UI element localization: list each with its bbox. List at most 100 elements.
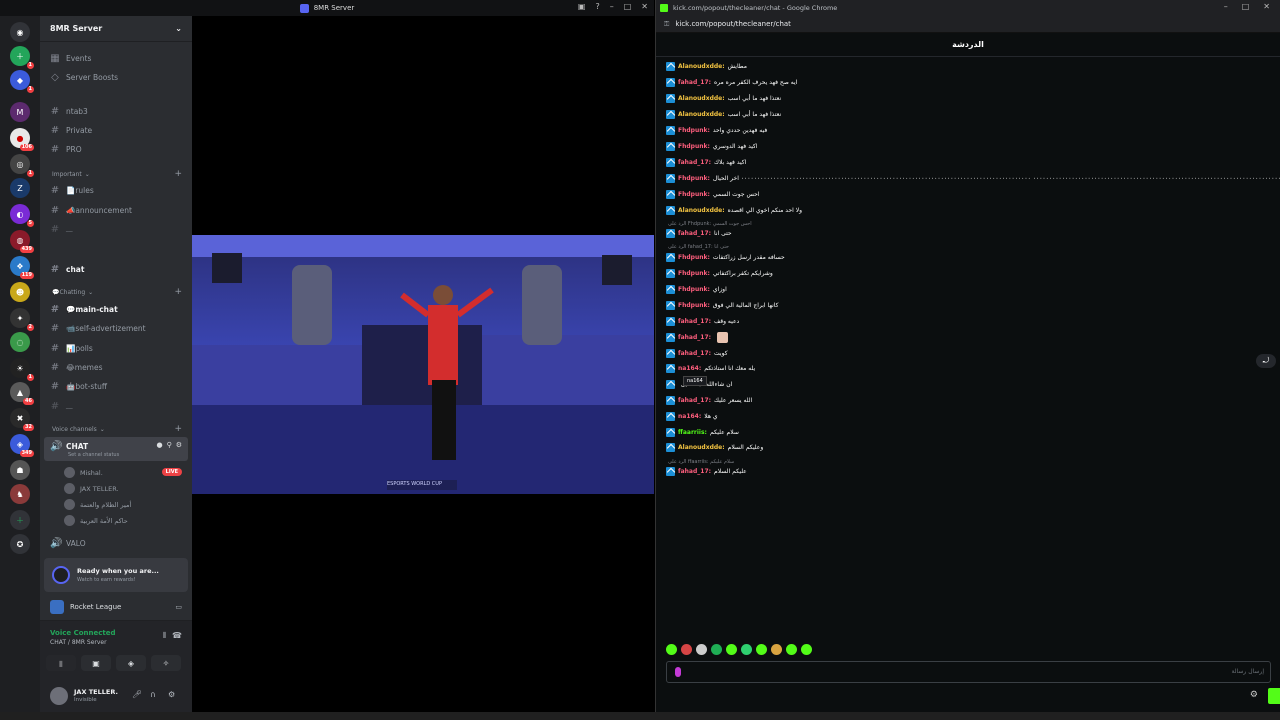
guild-icon[interactable]: ❖ 119 (10, 256, 34, 279)
minimize-button[interactable]: – (1224, 2, 1228, 11)
badge-icon[interactable] (666, 94, 675, 103)
maximize-button[interactable]: □ (1242, 2, 1250, 11)
chat-username[interactable]: fahad_17: (678, 230, 711, 237)
channel-hidden[interactable]: # ـــ (50, 224, 73, 235)
guild-icon[interactable]: M (10, 102, 30, 122)
badge-icon[interactable] (666, 285, 675, 294)
close-button[interactable]: ✕ (1263, 2, 1270, 11)
guild-icon[interactable]: ◎ 1 (10, 154, 34, 177)
badge-icon[interactable] (666, 333, 675, 342)
send-button[interactable] (1268, 688, 1280, 704)
category-important[interactable]: Important ⌄ (52, 171, 90, 178)
emote-icon[interactable] (756, 644, 767, 655)
chat-username[interactable]: fahad_17: (678, 159, 711, 166)
disconnect-icon[interactable]: ☎ (172, 631, 182, 640)
guild-icon[interactable]: ☗ (10, 460, 30, 480)
guild-icon[interactable]: ＋ 1 (10, 46, 34, 69)
stream-video[interactable]: ESPORTS WORLD CUP (192, 235, 654, 494)
badge-icon[interactable] (666, 443, 675, 452)
channel-rules[interactable]: # 📄rules (50, 185, 94, 196)
screenshare-button[interactable]: ▣ (81, 655, 111, 671)
guild-icon[interactable]: ☀ 1 (10, 358, 34, 381)
chat-username[interactable]: na164: (678, 413, 701, 420)
chat-bubble-icon[interactable]: ● (156, 441, 162, 449)
badge-icon[interactable] (666, 190, 675, 199)
emote-icon[interactable] (786, 644, 797, 655)
screen-icon[interactable]: ▭ (175, 603, 182, 611)
mic-icon[interactable]: 🎤︎ (132, 690, 142, 699)
chat-username[interactable]: na164: (678, 365, 701, 372)
chat-username[interactable]: Fhdpunk: (678, 286, 710, 293)
emote-icon[interactable] (711, 644, 722, 655)
add-channel-icon[interactable]: + (174, 424, 182, 434)
channel-private[interactable]: # Private (50, 125, 92, 136)
server-boosts-item[interactable]: ◇ Server Boosts (50, 72, 118, 83)
add-user-icon[interactable]: ⚲ (167, 441, 172, 449)
channel-memes[interactable]: # 😂memes (50, 362, 103, 373)
chat-username[interactable]: fahad_17: (678, 334, 711, 341)
badge-icon[interactable] (666, 158, 675, 167)
gear-icon[interactable]: ⚙ (168, 690, 175, 699)
chat-input[interactable]: إرسال رسالة (666, 661, 1271, 683)
guild-icon[interactable]: ● 106 (10, 128, 34, 151)
badge-icon[interactable] (666, 317, 675, 326)
emote-icon[interactable] (801, 644, 812, 655)
emote-icon[interactable] (696, 644, 707, 655)
badge-icon[interactable] (666, 62, 675, 71)
chat-username[interactable]: Alanoudxdde: (678, 111, 725, 118)
emote-icon[interactable] (726, 644, 737, 655)
badge-icon[interactable] (666, 467, 675, 476)
emote-icon[interactable] (771, 644, 782, 655)
chat-username[interactable]: ffaarriis: (678, 429, 707, 436)
channel-pro[interactable]: # PRO (50, 144, 82, 155)
guild-icon[interactable]: ◐ 5 (10, 204, 34, 227)
guild-icon[interactable]: ◈ 349 (10, 434, 34, 457)
chat-username[interactable]: fahad_17: (678, 79, 711, 86)
chat-username[interactable]: Fhdpunk: (678, 270, 710, 277)
guild-icon[interactable]: Z (10, 178, 30, 198)
server-header[interactable]: 8MR Server ⌄ (40, 16, 192, 42)
chat-username[interactable]: Fhdpunk: (678, 175, 710, 182)
badge-icon[interactable] (666, 364, 675, 373)
activity-button[interactable]: ◈ (116, 655, 146, 671)
minimize-button[interactable]: – (610, 2, 614, 11)
emote-icon[interactable] (666, 644, 677, 655)
chat-username[interactable]: Alanoudxdde: (678, 95, 725, 102)
badge-icon[interactable] (666, 412, 675, 421)
voice-user[interactable]: أمير الظلام والعتمة (64, 499, 131, 510)
badge-icon[interactable] (666, 428, 675, 437)
channel-self-advertizement[interactable]: # 📹self-advertizement (50, 323, 146, 334)
guild-icon[interactable]: ✦ 2 (10, 308, 34, 331)
gear-icon[interactable]: ⚙ (1250, 690, 1258, 700)
gear-icon[interactable]: ⚙ (176, 441, 182, 449)
add-server-icon[interactable]: ＋ (10, 510, 30, 530)
chat-username[interactable]: Alanoudxdde: (678, 444, 725, 451)
camera-button[interactable]: ▮ (46, 655, 76, 671)
category-voice[interactable]: Voice channels ⌄ (52, 426, 105, 433)
discord-home-icon[interactable]: ◉ (10, 22, 30, 42)
badge-icon[interactable] (666, 253, 675, 262)
guild-icon[interactable]: ◍ 439 (10, 230, 34, 253)
chat-username[interactable]: Alanoudxdde: (678, 63, 725, 70)
url-text[interactable]: kick.com/popout/thecleaner/chat (675, 20, 791, 28)
badge-icon[interactable] (666, 229, 675, 238)
badge-icon[interactable] (666, 206, 675, 215)
channel-hidden[interactable]: # ـــ (50, 401, 73, 412)
badge-icon[interactable] (666, 126, 675, 135)
guild-icon[interactable]: ☻ (10, 282, 30, 302)
channel-announcement[interactable]: # 📣announcement (50, 205, 132, 216)
badge-icon[interactable] (666, 396, 675, 405)
mic-icon[interactable] (675, 667, 681, 677)
events-item[interactable]: ▦ Events (50, 53, 91, 64)
channel-main-chat[interactable]: # 💬main-chat (50, 304, 118, 315)
badge-icon[interactable] (666, 349, 675, 358)
add-channel-icon[interactable]: + (174, 287, 182, 297)
emote-icon[interactable] (681, 644, 692, 655)
voice-channel-chat[interactable]: 🔊 CHAT Set a channel status ● ⚲ ⚙ (44, 437, 188, 461)
avatar[interactable] (50, 687, 68, 705)
user-name[interactable]: JAX TELLER. (74, 688, 118, 696)
maximize-button[interactable]: □ (624, 2, 632, 11)
badge-icon[interactable] (666, 380, 675, 389)
ready-card[interactable]: Ready when you are... Watch to earn rewa… (44, 558, 188, 592)
badge-icon[interactable] (666, 110, 675, 119)
